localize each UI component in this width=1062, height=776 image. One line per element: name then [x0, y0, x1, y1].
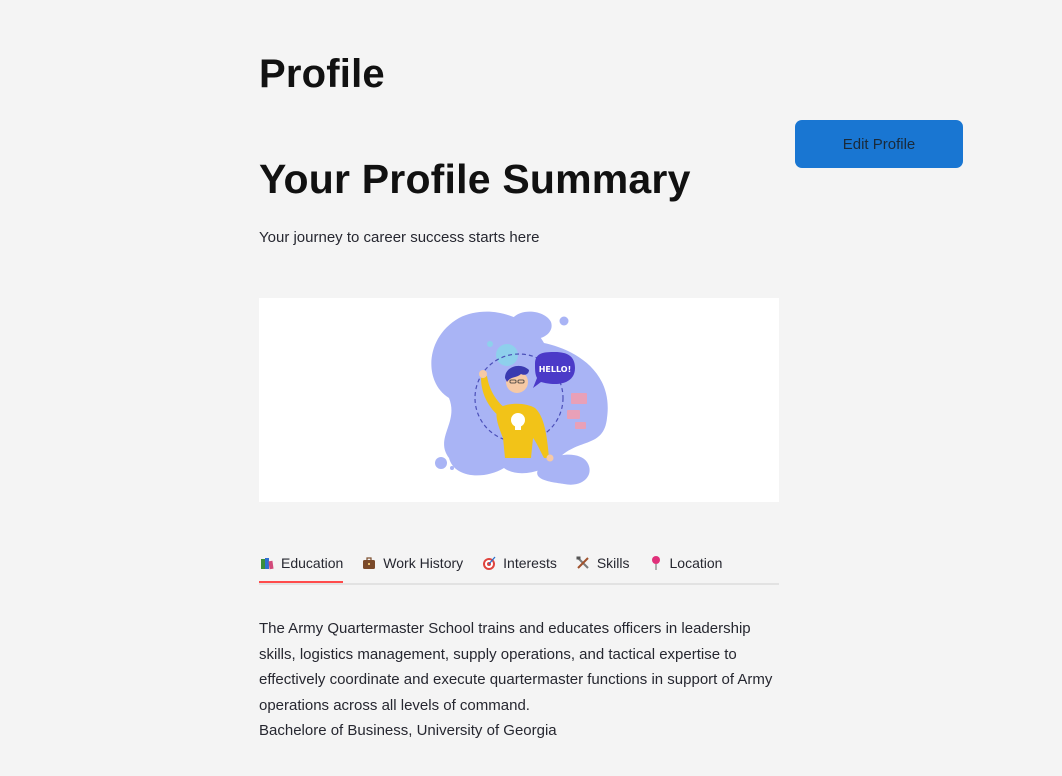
tab-label: Education	[281, 554, 344, 571]
tab-label: Interests	[503, 554, 557, 571]
education-description: The Army Quartermaster School trains and…	[259, 620, 773, 714]
tab-label: Location	[669, 554, 723, 571]
edit-profile-button[interactable]: Edit Profile	[795, 120, 963, 168]
speech-bubble-text: HELLO!	[539, 365, 572, 374]
tab-skills[interactable]: Skills	[575, 545, 630, 580]
tab-education[interactable]: Education	[259, 545, 344, 583]
briefcase-icon	[363, 556, 376, 569]
pin-icon	[651, 555, 660, 570]
tools-icon	[576, 556, 589, 569]
tab-label: Skills	[596, 554, 630, 571]
education-degree: Bachelore of Business, University of Geo…	[259, 722, 557, 739]
summary-tagline: Your journey to career success starts he…	[259, 229, 540, 246]
tab-interests[interactable]: Interests	[481, 545, 557, 580]
books-icon	[261, 557, 274, 569]
profile-page: Profile Edit Profile Your Profile Summar…	[0, 0, 1062, 776]
education-content: The Army Quartermaster School trains and…	[259, 616, 784, 744]
page-title: Profile	[259, 52, 385, 96]
tab-work-history[interactable]: Work History	[361, 545, 463, 580]
tab-location[interactable]: Location	[648, 545, 723, 580]
person-waving-illustration: HELLO!	[431, 311, 608, 485]
hero-illustration: HELLO!	[259, 298, 779, 502]
profile-tabs: Education Work History Interests Skills …	[259, 545, 779, 585]
summary-heading: Your Profile Summary	[259, 156, 691, 202]
tab-label: Work History	[383, 554, 464, 571]
target-icon	[483, 556, 496, 570]
